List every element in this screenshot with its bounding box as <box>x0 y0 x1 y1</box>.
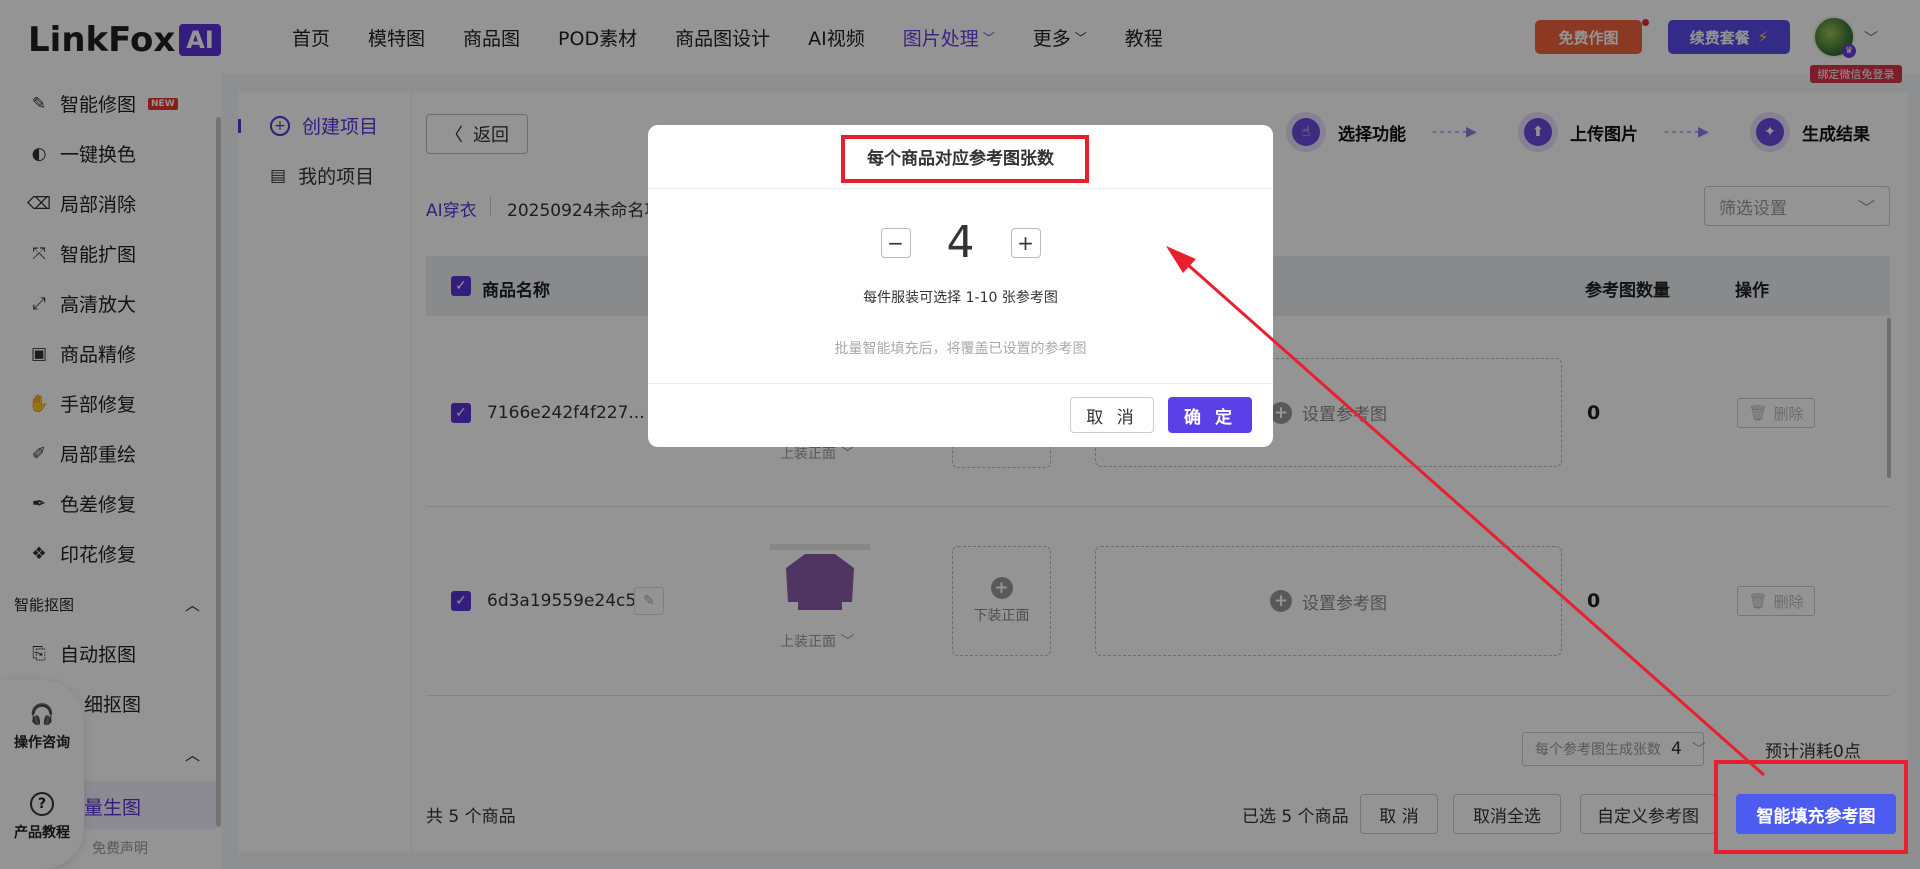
annotation-highlight-box <box>841 135 1089 183</box>
dialog-cancel-button[interactable]: 取 消 <box>1070 397 1154 433</box>
increment-button[interactable]: + <box>1010 227 1041 258</box>
reference-count-dialog: 每个商品对应参考图张数 − 4 + 每件服装可选择 1-10 张参考图 批量智能… <box>648 125 1273 447</box>
reference-count-value[interactable]: 4 <box>941 217 981 268</box>
dialog-divider <box>648 383 1273 384</box>
dialog-hint: 每件服装可选择 1-10 张参考图 <box>863 290 1058 306</box>
reference-count-stepper: − 4 + <box>648 217 1273 268</box>
dialog-confirm-button[interactable]: 确 定 <box>1168 397 1252 433</box>
annotation-highlight-box <box>1714 760 1908 854</box>
decrement-button[interactable]: − <box>880 227 911 258</box>
dialog-note: 批量智能填充后，将覆盖已设置的参考图 <box>834 341 1087 357</box>
